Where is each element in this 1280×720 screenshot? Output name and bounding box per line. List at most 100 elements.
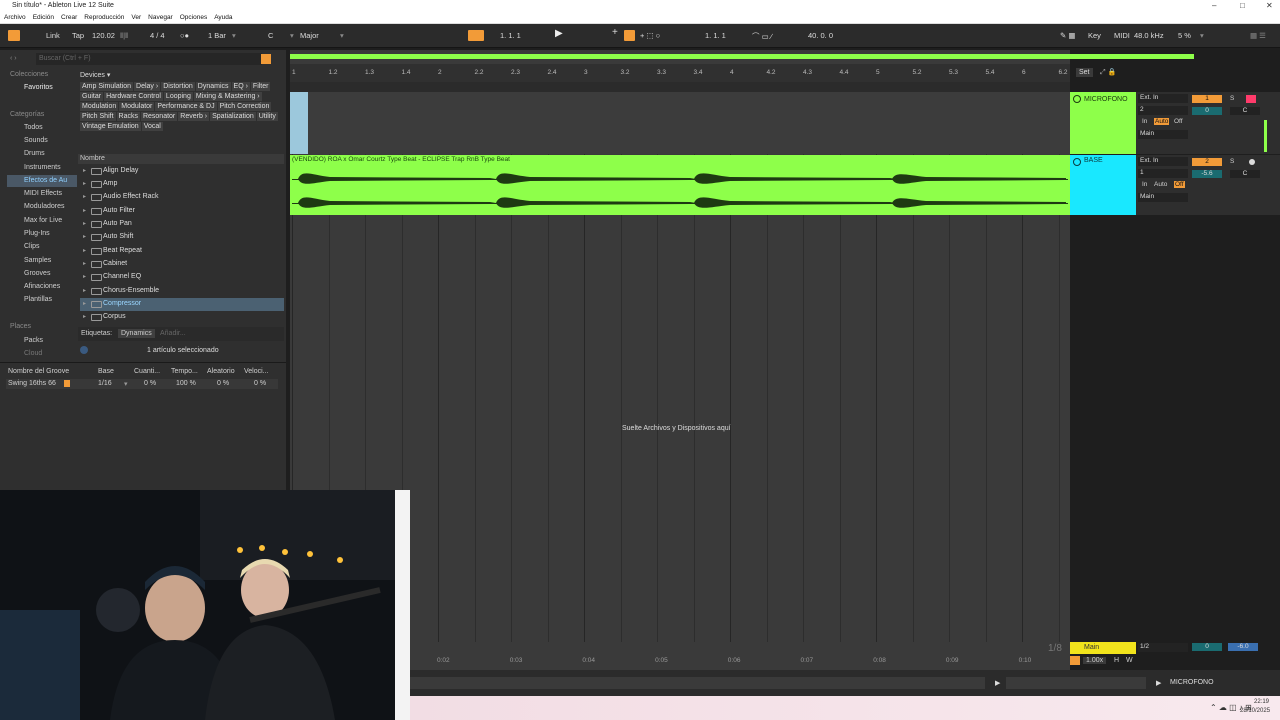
category-instruments[interactable]: Instruments bbox=[24, 164, 61, 171]
list-item[interactable]: ▸ Auto Pan bbox=[80, 218, 284, 231]
track-header-base[interactable]: BASE bbox=[1070, 155, 1136, 215]
tag-reverb[interactable]: Reverb › bbox=[178, 112, 210, 121]
devices-dropdown[interactable]: Devices ▾ bbox=[80, 71, 110, 79]
loop-start-field[interactable]: 1. 1. 1 bbox=[705, 31, 726, 40]
expand-arrow-icon[interactable]: ▸ bbox=[83, 180, 86, 187]
automation-arm-icon[interactable] bbox=[624, 30, 635, 41]
groove-hot-swap-icon[interactable] bbox=[64, 380, 70, 387]
track-activator-icon[interactable] bbox=[1073, 95, 1081, 103]
tag-vintage-emulation[interactable]: Vintage Emulation bbox=[80, 122, 141, 131]
pan-field[interactable]: C bbox=[1230, 107, 1260, 115]
main-send-dropdown[interactable]: 1/2 bbox=[1138, 643, 1188, 652]
category-todos[interactable]: Todos bbox=[24, 124, 43, 131]
expand-arrow-icon[interactable]: ▸ bbox=[83, 287, 86, 294]
filter-icon[interactable] bbox=[261, 54, 271, 64]
list-item[interactable]: ▸ Channel EQ bbox=[80, 271, 284, 284]
place-packs[interactable]: Packs bbox=[24, 337, 43, 344]
expand-arrow-icon[interactable]: ▸ bbox=[83, 273, 86, 280]
tag-performance-dj[interactable]: Performance & DJ bbox=[155, 102, 217, 111]
tag-pitch-shift[interactable]: Pitch Shift bbox=[80, 112, 116, 121]
minimize-button[interactable]: – bbox=[1212, 1, 1216, 10]
tempo-field[interactable]: 120.02 bbox=[92, 31, 115, 40]
arm-record-icon[interactable] bbox=[1246, 95, 1256, 103]
menu-navegar[interactable]: Navegar bbox=[148, 14, 173, 21]
empty-clip-slot[interactable] bbox=[290, 92, 308, 154]
list-item[interactable]: ▸ Corpus bbox=[80, 311, 284, 324]
list-item[interactable]: ▸ Align Delay bbox=[80, 165, 284, 178]
tag-guitar[interactable]: Guitar bbox=[80, 92, 104, 101]
list-item-selected[interactable]: ▸ Compressor bbox=[80, 298, 284, 311]
monitor-in-button[interactable]: In bbox=[1142, 181, 1147, 188]
midi-map-button[interactable]: MIDI bbox=[1114, 31, 1130, 40]
input-type-dropdown[interactable]: Ext. In bbox=[1138, 157, 1188, 166]
search-input[interactable]: Buscar (Ctrl + F) bbox=[36, 53, 262, 65]
category-audio-effects[interactable]: Efectos de Au bbox=[24, 177, 67, 184]
input-type-dropdown[interactable]: Ext. In bbox=[1138, 94, 1188, 103]
category-clips[interactable]: Clips bbox=[24, 243, 40, 250]
audio-clip[interactable]: (VENDIDO) ROA x Omar Courtz Type Beat - … bbox=[290, 155, 1070, 215]
track-header-microfono[interactable]: MICROFONO bbox=[1070, 92, 1136, 154]
volume-field[interactable]: -5.6 bbox=[1192, 170, 1222, 178]
output-dropdown[interactable]: Main bbox=[1138, 193, 1188, 202]
menu-archivo[interactable]: Archivo bbox=[4, 14, 26, 21]
tag-eq[interactable]: EQ › bbox=[231, 82, 250, 91]
pencil-icon[interactable]: ✎ ▦ bbox=[1060, 31, 1075, 40]
tap-button[interactable]: Tap bbox=[72, 31, 84, 40]
list-item[interactable]: ▸ Audio Effect Rack bbox=[80, 191, 284, 204]
category-templates[interactable]: Plantillas bbox=[24, 296, 52, 303]
output-dropdown[interactable]: Main bbox=[1138, 130, 1188, 139]
play-icon[interactable]: ▶ bbox=[1156, 679, 1161, 687]
name-header-label[interactable]: Nombre bbox=[80, 155, 105, 162]
nudge-icon[interactable]: ‖|‖ bbox=[120, 31, 128, 40]
quantize-dropdown[interactable]: 1 Bar bbox=[208, 31, 226, 40]
monitor-auto-button[interactable]: Auto bbox=[1154, 181, 1167, 188]
add-tag-button[interactable]: Añadir... bbox=[160, 330, 186, 337]
tag-racks[interactable]: Racks bbox=[116, 112, 140, 121]
tag-dynamics[interactable]: Dynamics bbox=[195, 82, 231, 91]
track-activator-icon[interactable] bbox=[1073, 158, 1081, 166]
input-channel-dropdown[interactable]: 2 bbox=[1138, 106, 1188, 115]
track-name[interactable]: MICROFONO bbox=[1084, 96, 1128, 103]
expand-icon[interactable]: ⤢ 🔒 bbox=[1100, 68, 1116, 77]
track-number-button[interactable]: 1 bbox=[1192, 95, 1222, 103]
place-cloud[interactable]: Cloud bbox=[24, 350, 42, 357]
expand-arrow-icon[interactable]: ▸ bbox=[83, 313, 86, 320]
menu-crear[interactable]: Crear bbox=[61, 14, 77, 21]
main-volume-field[interactable]: 0 bbox=[1192, 643, 1222, 651]
category-midi-effects[interactable]: MIDI Effects bbox=[24, 190, 62, 197]
expand-arrow-icon[interactable]: ▸ bbox=[83, 233, 86, 240]
menu-reproduccion[interactable]: Reproducción bbox=[84, 14, 124, 21]
category-sounds[interactable]: Sounds bbox=[24, 137, 48, 144]
close-button[interactable]: ✕ bbox=[1266, 1, 1273, 10]
input-channel-dropdown[interactable]: 1 bbox=[1138, 169, 1188, 178]
browser-toggle-icon[interactable] bbox=[8, 30, 20, 41]
solo-button[interactable]: S bbox=[1230, 158, 1234, 165]
list-item[interactable]: ▸ Auto Filter bbox=[80, 205, 284, 218]
tag-filter[interactable]: Filter bbox=[250, 82, 271, 91]
menu-opciones[interactable]: Opciones bbox=[180, 14, 207, 21]
pan-field[interactable]: C bbox=[1230, 170, 1260, 178]
monitor-off-button[interactable]: Off bbox=[1174, 181, 1185, 188]
tag-pitch-correction[interactable]: Pitch Correction bbox=[217, 102, 272, 111]
tag-delay[interactable]: Delay › bbox=[134, 82, 161, 91]
scale-dropdown[interactable]: Major bbox=[300, 31, 319, 40]
maximize-button[interactable]: □ bbox=[1240, 1, 1245, 10]
tag-amp-simulation[interactable]: Amp Simulation bbox=[80, 82, 134, 91]
tag-chip-dynamics[interactable]: Dynamics bbox=[118, 329, 155, 338]
track-name[interactable]: BASE bbox=[1084, 157, 1103, 164]
info-icon[interactable] bbox=[80, 346, 88, 354]
list-item[interactable]: ▸ Beat Repeat bbox=[80, 245, 284, 258]
set-button[interactable]: Set bbox=[1076, 68, 1093, 77]
main-track-name[interactable]: Main bbox=[1084, 644, 1099, 651]
song-position-field[interactable]: 1. 1. 1 bbox=[500, 31, 521, 40]
tag-modulator[interactable]: Modulator bbox=[119, 102, 155, 111]
category-max-for-live[interactable]: Max for Live bbox=[24, 217, 62, 224]
play-icon[interactable]: ▶ bbox=[995, 679, 1000, 687]
follow-button[interactable] bbox=[468, 30, 484, 41]
expand-arrow-icon[interactable]: ▸ bbox=[83, 167, 86, 174]
menu-ayuda[interactable]: Ayuda bbox=[214, 14, 232, 21]
key-map-button[interactable]: Key bbox=[1088, 31, 1101, 40]
link-button[interactable]: Link bbox=[46, 31, 60, 40]
draw-mode-icons[interactable]: ⌒ ▭ ∕ bbox=[752, 31, 772, 42]
main-db-field[interactable]: -6.0 bbox=[1228, 643, 1258, 651]
